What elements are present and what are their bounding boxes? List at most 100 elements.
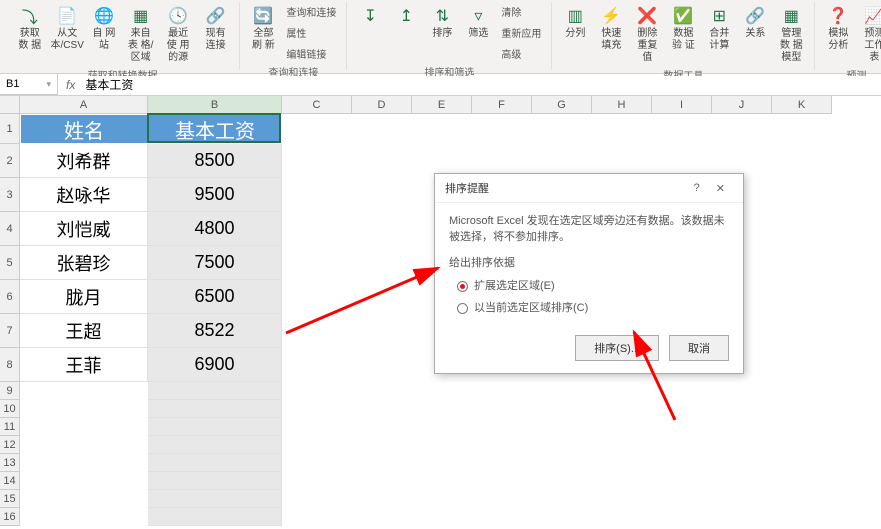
row-header[interactable]: 5 <box>0 246 20 280</box>
row-header[interactable]: 3 <box>0 178 20 212</box>
ribbon-mini-item[interactable]: 查询和连接 <box>282 2 340 21</box>
cell[interactable] <box>148 382 282 400</box>
cell[interactable]: 刘希群 <box>20 144 148 178</box>
column-header[interactable]: G <box>532 96 592 114</box>
radio-expand-selection[interactable]: 扩展选定区域(E) <box>449 275 729 297</box>
ribbon-button[interactable]: ▦来自表 格/区域 <box>123 2 158 66</box>
cell[interactable]: 4800 <box>148 212 282 246</box>
cell[interactable]: 赵咏华 <box>20 178 148 212</box>
ribbon-button[interactable]: 🌐自 网站 <box>87 2 121 66</box>
row-header[interactable]: 6 <box>0 280 20 314</box>
ribbon-button-label: 来自表 格/区域 <box>127 28 154 64</box>
column-header[interactable]: H <box>592 96 652 114</box>
ribbon-button-label: 自 网站 <box>91 28 117 52</box>
row-header[interactable]: 1 <box>0 114 20 144</box>
cell[interactable]: 9500 <box>148 178 282 212</box>
cell[interactable]: 刘恺威 <box>20 212 148 246</box>
ribbon-mini-item[interactable]: 属性 <box>282 23 340 42</box>
ribbon-button[interactable]: ❌删除 重复值 <box>630 2 664 66</box>
select-all-corner[interactable] <box>0 96 20 114</box>
ribbon-button[interactable]: 🕓最近使 用的源 <box>160 2 195 66</box>
column-header[interactable]: A <box>20 96 148 114</box>
row-header[interactable]: 8 <box>0 348 20 382</box>
row-header[interactable]: 14 <box>0 472 20 490</box>
column-header[interactable]: J <box>712 96 772 114</box>
ribbon-button[interactable]: ↥ <box>389 2 423 63</box>
ribbon-button[interactable]: ⚡快速填充 <box>594 2 628 66</box>
cell[interactable] <box>148 490 282 508</box>
name-box-value: B1 <box>6 78 19 90</box>
ribbon-button[interactable]: ▿筛选 <box>461 2 495 63</box>
header-name[interactable]: 姓名 <box>20 114 148 144</box>
ribbon-button-label: 分列 <box>565 28 585 40</box>
ribbon-button[interactable]: ⤵获取数 据 <box>12 2 47 66</box>
ribbon-icon: 🔗 <box>743 4 767 28</box>
ribbon-button[interactable]: ⊞合并计算 <box>702 2 736 66</box>
row-header[interactable]: 9 <box>0 382 20 400</box>
column-header[interactable]: E <box>412 96 472 114</box>
cell[interactable]: 8522 <box>148 314 282 348</box>
ribbon-button[interactable]: ❓模拟分析 <box>821 2 855 66</box>
row-header[interactable]: 4 <box>0 212 20 246</box>
chevron-down-icon: ▾ <box>46 79 51 90</box>
cell[interactable] <box>148 508 282 526</box>
cell[interactable]: 8500 <box>148 144 282 178</box>
ribbon-button[interactable]: ⇅排序 <box>425 2 459 63</box>
cell[interactable]: 胧月 <box>20 280 148 314</box>
ribbon-mini-item[interactable]: 重新应用 <box>497 23 545 42</box>
ribbon-button[interactable]: ▦管理数 据模型 <box>774 2 808 66</box>
cell[interactable]: 王超 <box>20 314 148 348</box>
radio-current-selection[interactable]: 以当前选定区域排序(C) <box>449 297 729 319</box>
column-header[interactable]: B <box>148 96 282 114</box>
cell[interactable] <box>148 400 282 418</box>
ribbon-icon: 📈 <box>862 4 881 28</box>
ribbon-button[interactable]: 📄从文 本/CSV <box>49 2 84 66</box>
ribbon-button[interactable]: 📈预测 工作表 <box>857 2 881 66</box>
fx-icon[interactable]: fx <box>58 78 83 92</box>
ribbon-icon: ⤵ <box>18 4 42 28</box>
row-header[interactable]: 16 <box>0 508 20 526</box>
cell[interactable] <box>148 472 282 490</box>
cell[interactable] <box>148 454 282 472</box>
ribbon-mini-item[interactable]: 编辑链接 <box>282 44 340 63</box>
row-header[interactable]: 2 <box>0 144 20 178</box>
ribbon-button-label: 管理数 据模型 <box>778 28 804 64</box>
row-header[interactable]: 15 <box>0 490 20 508</box>
ribbon-button[interactable]: 🔗关系 <box>738 2 772 66</box>
row-header[interactable]: 13 <box>0 454 20 472</box>
ribbon-icon: 📄 <box>55 4 79 28</box>
row-header[interactable]: 12 <box>0 436 20 454</box>
name-box[interactable]: B1 ▾ <box>0 74 58 95</box>
column-header[interactable]: I <box>652 96 712 114</box>
cell[interactable] <box>148 418 282 436</box>
ribbon-button[interactable]: 🔄全部刷 新 <box>246 2 280 63</box>
cell[interactable]: 王菲 <box>20 348 148 382</box>
cell[interactable]: 6500 <box>148 280 282 314</box>
ribbon-button[interactable]: ↧ <box>353 2 387 63</box>
ribbon-button[interactable]: ✅数据验 证 <box>666 2 700 66</box>
column-header[interactable]: K <box>772 96 832 114</box>
ribbon-icon: 🔄 <box>251 4 275 28</box>
ribbon-mini-item[interactable]: 清除 <box>497 2 545 21</box>
row-header[interactable]: 11 <box>0 418 20 436</box>
column-header[interactable]: F <box>472 96 532 114</box>
ribbon-button[interactable]: 🔗现有 连接 <box>198 2 233 66</box>
column-header[interactable]: D <box>352 96 412 114</box>
column-header[interactable]: C <box>282 96 352 114</box>
header-salary[interactable]: 基本工资 <box>148 114 282 144</box>
row-header[interactable]: 7 <box>0 314 20 348</box>
ribbon-mini-item[interactable]: 高级 <box>497 44 545 63</box>
help-icon[interactable]: ? <box>686 182 708 194</box>
cancel-button[interactable]: 取消 <box>669 335 729 361</box>
sort-button[interactable]: 排序(S)... <box>575 335 659 361</box>
sort-warning-dialog: 排序提醒 ? ✕ Microsoft Excel 发现在选定区域旁边还有数据。该… <box>434 173 744 374</box>
cell[interactable]: 6900 <box>148 348 282 382</box>
ribbon-group: ↧↥⇅排序▿筛选清除重新应用高级排序和筛选 <box>347 2 552 70</box>
row-header[interactable]: 10 <box>0 400 20 418</box>
ribbon-button[interactable]: ▥分列 <box>558 2 592 66</box>
cell[interactable] <box>148 436 282 454</box>
cell[interactable]: 7500 <box>148 246 282 280</box>
cell[interactable]: 张碧珍 <box>20 246 148 280</box>
formula-input[interactable] <box>83 76 881 94</box>
close-icon[interactable]: ✕ <box>708 182 733 195</box>
